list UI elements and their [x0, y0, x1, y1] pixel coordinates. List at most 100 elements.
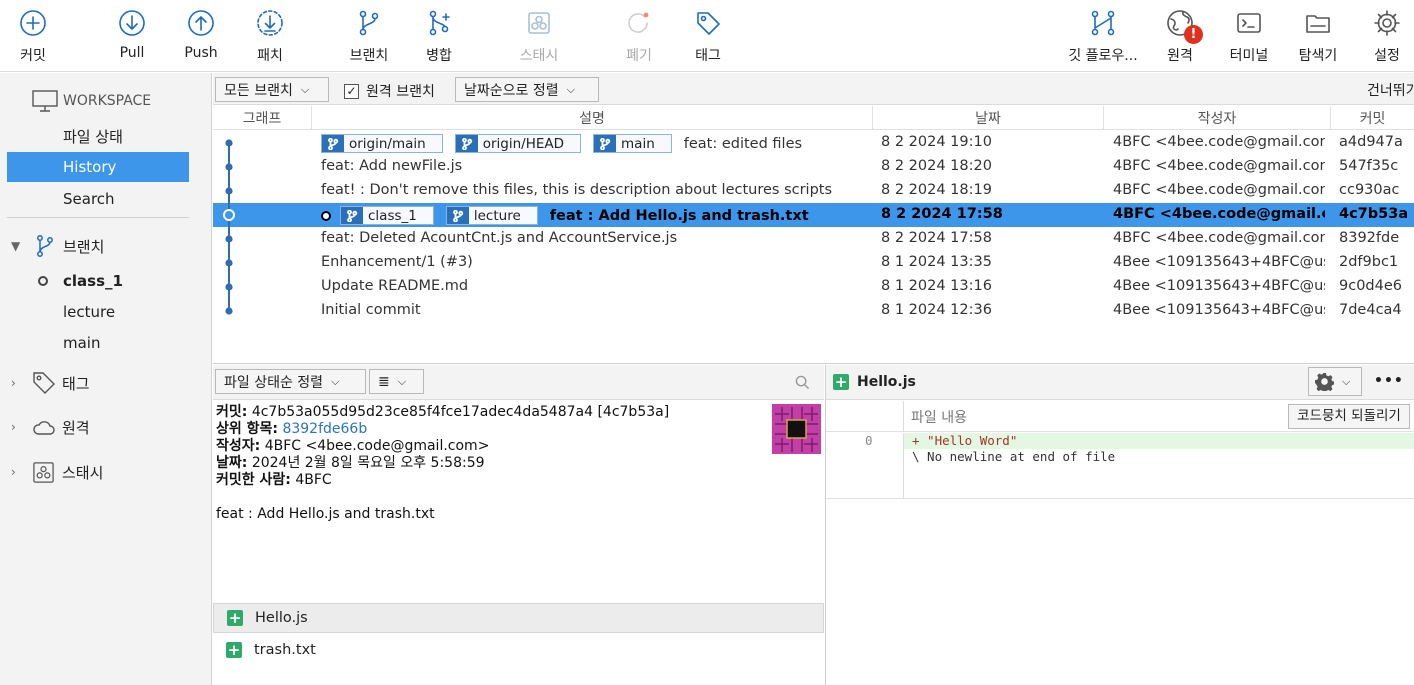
- sidebar-item-search[interactable]: Search: [0, 184, 212, 214]
- branch-tag-label: lecture: [473, 207, 521, 224]
- diff-pane: + Hello.js ⌵ ••• 파일 내용 코드뭉치 되돌리기 0 + "He…: [825, 365, 1414, 685]
- commit-date: 8 1 2024 13:35: [881, 254, 992, 270]
- sidebar-item-history[interactable]: History: [7, 152, 189, 182]
- chevron-right-icon: ›: [11, 376, 16, 390]
- table-row[interactable]: feat: Add newFile.js 8 2 2024 18:20 4BFC <…: [213, 155, 1414, 179]
- commit-history-table: 그래프 설명 날짜 작성자 커밋 origin/main origin/HEAD m…: [213, 106, 1414, 364]
- sort-value: 날짜순으로 정렬: [464, 82, 559, 99]
- parent-hash-link[interactable]: 8392fde66b: [282, 421, 367, 437]
- pull-button[interactable]: Pull: [94, 8, 170, 61]
- table-row[interactable]: feat! : Don't remove this files, this is…: [213, 179, 1414, 203]
- branch-filter-dropdown[interactable]: 모든 브랜치 ⌵: [215, 77, 329, 102]
- terminal-button[interactable]: 터미널: [1211, 8, 1287, 65]
- commit-message: Update README.md: [321, 278, 469, 294]
- branch-icon: [446, 207, 469, 224]
- branch-button[interactable]: 브랜치: [331, 8, 407, 65]
- commit-date: 8 2 2024 17:58: [881, 206, 1003, 222]
- tag-icon: [33, 372, 55, 394]
- chevron-right-icon: ›: [11, 465, 16, 479]
- commit-hash: 4c7b53a: [1339, 206, 1409, 222]
- file-sort-dropdown[interactable]: 파일 상태순 정렬 ⌵: [215, 369, 366, 394]
- view-mode-dropdown[interactable]: ≣ ⌵: [369, 369, 424, 394]
- commit-button[interactable]: 커밋: [0, 8, 71, 65]
- commit-description-cell: class_1 lecture feat : Add Hello.js and tr…: [321, 206, 809, 225]
- remote-branches-checkbox[interactable]: ✓ 원격 브랜치: [344, 81, 435, 101]
- revert-hunk-button[interactable]: 코드뭉치 되돌리기: [1288, 404, 1410, 429]
- list-item[interactable]: + trash.txt: [213, 635, 824, 665]
- commit-message: Initial commit: [321, 302, 421, 318]
- patch-button[interactable]: 패치: [232, 8, 308, 65]
- table-row[interactable]: feat: Deleted AcountCnt.js and AccountSe…: [213, 227, 1414, 251]
- column-author[interactable]: 작성자: [1104, 108, 1330, 128]
- stash-button[interactable]: 스태시: [501, 8, 577, 65]
- column-graph[interactable]: 그래프: [213, 108, 311, 128]
- added-file-icon: +: [227, 609, 243, 627]
- commit-description-cell: feat: Add newFile.js: [321, 158, 462, 174]
- column-description[interactable]: 설명: [312, 108, 872, 128]
- workspace-header: WORKSPACE: [0, 86, 212, 116]
- column-commit[interactable]: 커밋: [1331, 108, 1414, 128]
- skip-label[interactable]: 건너뛰기: [1367, 80, 1414, 100]
- table-row[interactable]: origin/main origin/HEAD main feat: edited f…: [213, 131, 1414, 155]
- tag-button[interactable]: 태그: [670, 8, 746, 65]
- sidebar-section-branches[interactable]: ▼ 브랜치: [0, 231, 212, 261]
- commit-description-cell: Initial commit: [321, 302, 421, 318]
- diff-line-meta: \ No newline at end of file: [912, 449, 1116, 464]
- sort-dropdown[interactable]: 날짜순으로 정렬 ⌵: [455, 77, 599, 102]
- commit-message: feat: edited files: [683, 135, 803, 152]
- list-item[interactable]: + Hello.js: [213, 603, 824, 633]
- committer-line: 커밋한 사람: 4BFC: [216, 472, 669, 489]
- sidebar-section-stashes[interactable]: › 스태시: [0, 457, 212, 487]
- branch-tag[interactable]: main: [593, 134, 672, 153]
- table-row[interactable]: Update README.md 8 1 2024 13:16 4Bee <1091…: [213, 275, 1414, 299]
- commit-date: 8 2 2024 19:10: [881, 134, 992, 150]
- commit-hash: 7de4ca4: [1339, 302, 1402, 318]
- sidebar-item-lecture[interactable]: lecture: [0, 297, 212, 327]
- table-row[interactable]: Initial commit 8 1 2024 12:36 4Bee <109135…: [213, 299, 1414, 323]
- commit-author: 4BFC <4bee.code@gmail.com>: [1113, 182, 1325, 198]
- upload-circle-icon: [188, 10, 214, 36]
- commit-message: Enhancement/1 (#3): [321, 254, 473, 270]
- push-label: Push: [184, 45, 218, 61]
- table-row[interactable]: class_1 lecture feat : Add Hello.js and tr…: [213, 203, 1414, 227]
- sidebar-item-file-status[interactable]: 파일 상태: [0, 121, 212, 151]
- branch-tag[interactable]: origin/main: [321, 134, 443, 153]
- column-divider: [311, 106, 312, 130]
- author-label: 작성자:: [216, 438, 261, 454]
- remotes-label: 원격: [62, 418, 90, 437]
- added-file-icon: +: [226, 641, 242, 659]
- more-options-icon[interactable]: •••: [1374, 373, 1404, 389]
- parent-line: 상위 항목: 8392fde66b: [216, 421, 669, 438]
- branch-icon: [359, 10, 379, 36]
- sidebar-item-main[interactable]: main: [0, 328, 212, 358]
- push-button[interactable]: Push: [163, 8, 239, 61]
- branch-icon: [455, 135, 478, 152]
- git-flow-button[interactable]: 깃 플로우...: [1063, 8, 1143, 65]
- column-date[interactable]: 날짜: [873, 108, 1103, 128]
- git-flow-icon: [1091, 10, 1115, 36]
- branch-tag[interactable]: class_1: [340, 206, 434, 225]
- table-row[interactable]: Enhancement/1 (#3) 8 1 2024 13:35 4Bee <10…: [213, 251, 1414, 275]
- explorer-button[interactable]: 탐색기: [1280, 8, 1356, 65]
- sidebar-section-remotes[interactable]: › 원격: [0, 412, 212, 442]
- sidebar: WORKSPACE 파일 상태 History Search ▼ 브랜치 cla…: [0, 73, 212, 685]
- merge-button[interactable]: 병합: [401, 8, 477, 65]
- search-icon[interactable]: [795, 375, 810, 390]
- author-value: 4BFC <4bee.code@gmail.com>: [264, 438, 490, 454]
- column-divider: [1103, 106, 1104, 130]
- commit-message: feat! : Don't remove this files, this is…: [321, 182, 833, 198]
- branch-tag[interactable]: lecture: [445, 206, 538, 225]
- added-file-icon: +: [833, 373, 849, 391]
- column-divider: [1330, 106, 1331, 130]
- discard-button[interactable]: 폐기: [601, 8, 677, 65]
- line-number: 0: [865, 433, 873, 448]
- sidebar-item-class_1[interactable]: class_1: [0, 266, 212, 296]
- sidebar-section-tags[interactable]: › 태그: [0, 368, 212, 398]
- folder-icon: [1306, 15, 1330, 33]
- commit-label: 커밋: [20, 48, 46, 64]
- remote-button[interactable]: ! 원격: [1142, 8, 1218, 65]
- settings-button[interactable]: 설정: [1349, 8, 1414, 65]
- commit-date: 8 2 2024 17:58: [881, 230, 992, 246]
- branch-tag[interactable]: origin/HEAD: [454, 134, 582, 153]
- diff-options-dropdown[interactable]: ⌵: [1308, 367, 1362, 396]
